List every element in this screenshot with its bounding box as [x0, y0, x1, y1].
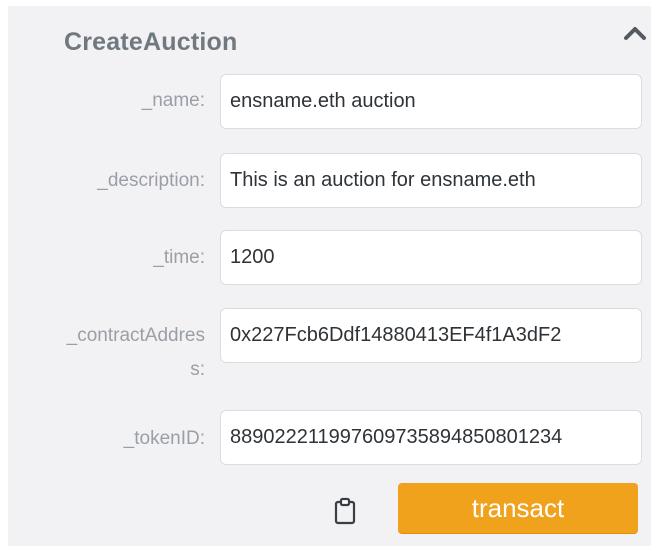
- param-label-contract-address-line2: s:: [190, 359, 205, 380]
- param-input-token-id[interactable]: [220, 410, 642, 465]
- transact-button[interactable]: transact: [398, 483, 638, 533]
- param-label-description: _description:: [97, 170, 205, 191]
- param-label-name: _name:: [141, 90, 205, 111]
- chevron-up-icon[interactable]: [622, 22, 648, 44]
- param-input-name[interactable]: [220, 74, 642, 129]
- param-label-contract-address: _contractAddres s:: [15, 321, 205, 385]
- param-input-description[interactable]: [220, 153, 642, 208]
- param-label-contract-address-line1: _contractAddres: [66, 325, 205, 346]
- param-input-time[interactable]: [220, 230, 642, 285]
- function-panel: CreateAuction _name: _description: _time…: [8, 6, 651, 546]
- param-label-token-id: _tokenID:: [123, 428, 205, 449]
- param-input-contract-address[interactable]: [220, 308, 642, 363]
- clipboard-icon[interactable]: [333, 497, 357, 525]
- function-title: CreateAuction: [64, 28, 238, 56]
- param-label-time: _time:: [153, 247, 205, 268]
